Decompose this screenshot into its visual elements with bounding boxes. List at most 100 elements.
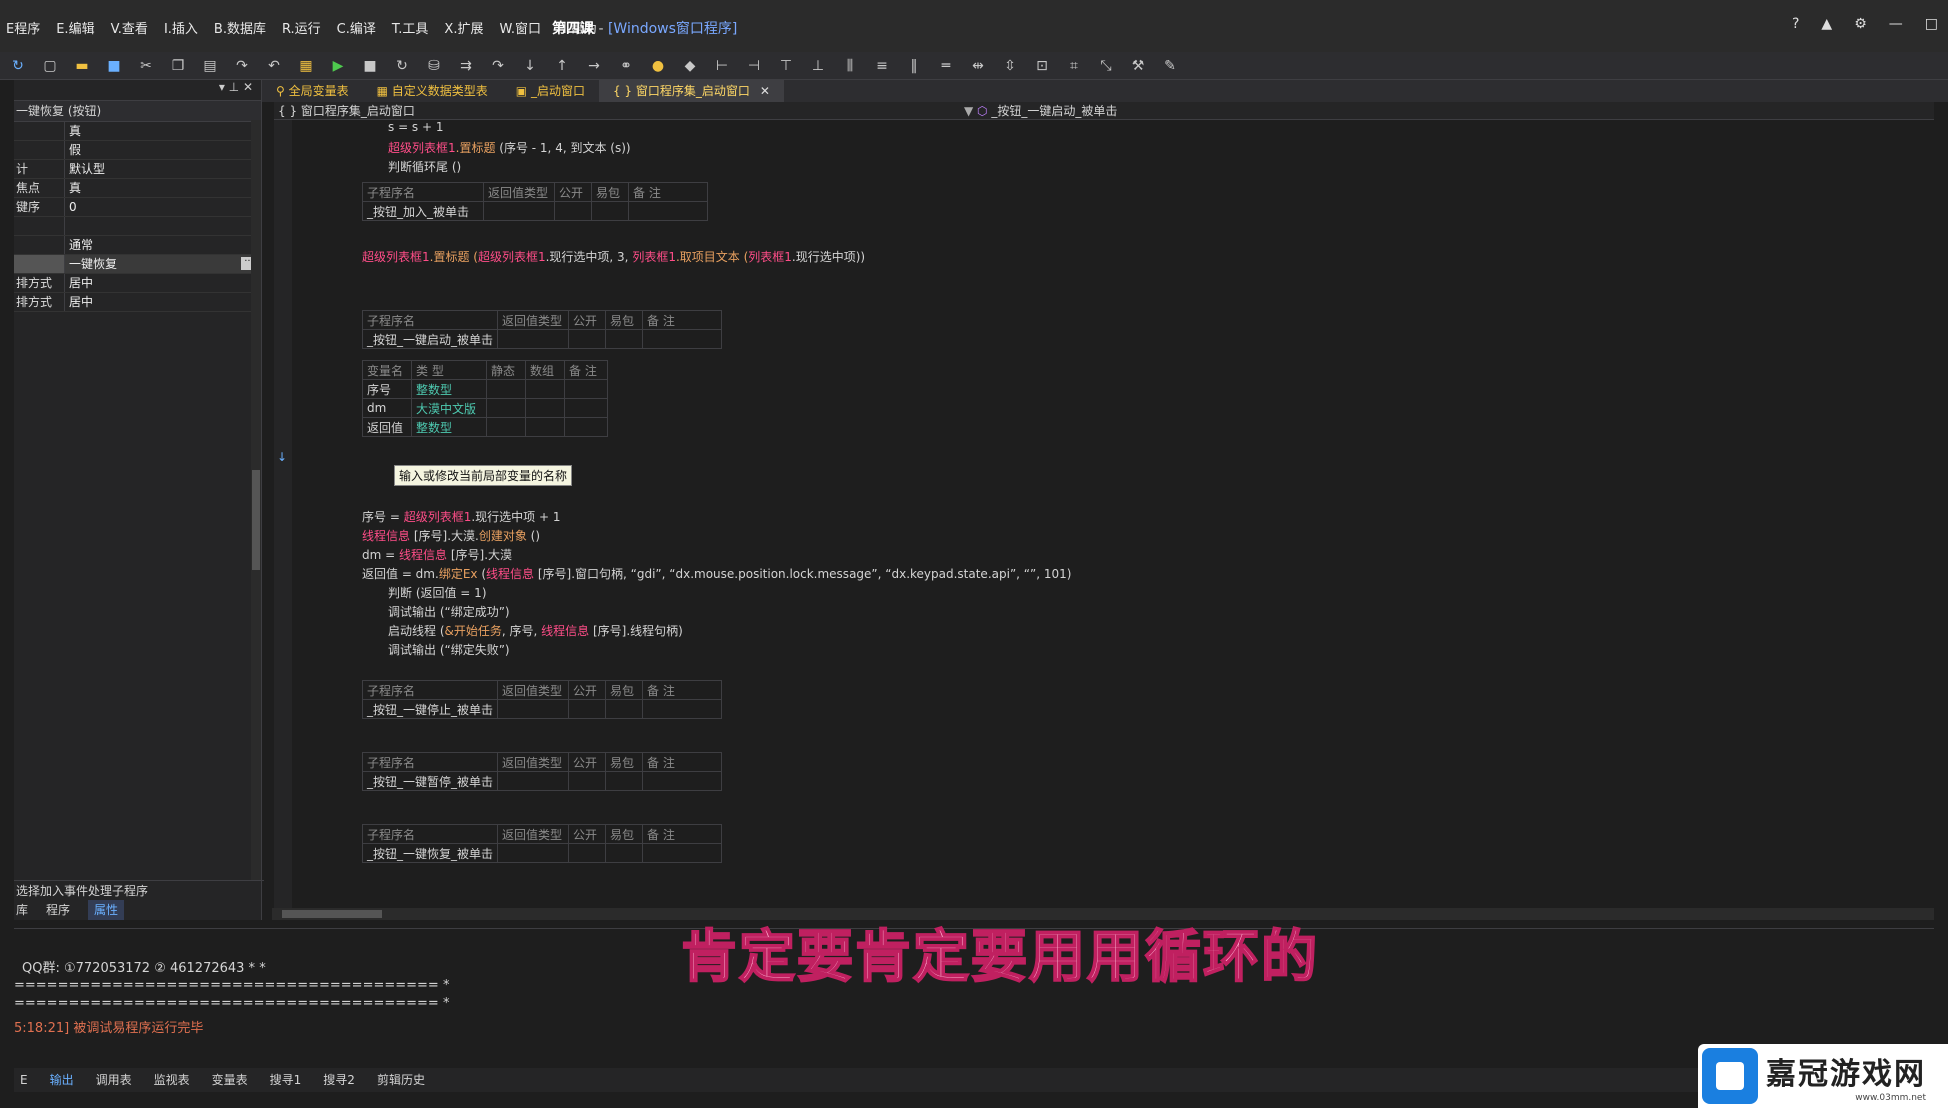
step-icon[interactable]: ⇉	[456, 58, 476, 74]
cut-icon[interactable]: ✂	[136, 58, 156, 74]
align-center-icon[interactable]: ⫼	[840, 58, 860, 74]
subroutine-select[interactable]: ▼ ⬡ _按钮_一键启动_被单击	[964, 102, 1117, 120]
save-icon[interactable]: ■	[104, 58, 124, 74]
jump-icon[interactable]: →	[584, 58, 604, 74]
menu-compile[interactable]: C.编译	[337, 18, 376, 37]
vertical-scrollbar[interactable]	[251, 120, 261, 880]
tab-watch[interactable]: 监视表	[154, 1068, 190, 1092]
space-v-icon[interactable]: ═	[936, 58, 956, 74]
scrollbar-thumb[interactable]	[282, 910, 382, 918]
size-icon[interactable]: ⊡	[1032, 58, 1052, 74]
tab-call-stack[interactable]: 调用表	[96, 1068, 132, 1092]
same-width-icon[interactable]: ⇹	[968, 58, 988, 74]
tab-global-vars[interactable]: ⚲ 全局变量表	[262, 80, 363, 102]
code-line[interactable]: 调试输出 (“绑定失败”)	[388, 641, 510, 658]
tab-e[interactable]: E	[20, 1068, 28, 1092]
pen-icon[interactable]: ✎	[1160, 58, 1180, 74]
variable-row[interactable]: 序号 整数型	[362, 379, 608, 399]
code-editor[interactable]: s = s + 1 超级列表框1.置标题 (序号 - 1, 4, 到文本 (s)…	[356, 120, 1926, 910]
gear-icon[interactable]: ⚙	[1854, 16, 1867, 32]
tools-icon[interactable]: ⚒	[1128, 58, 1148, 74]
grid-icon[interactable]: ⌗	[1064, 58, 1084, 74]
tab-variables[interactable]: 变量表	[212, 1068, 248, 1092]
tab-properties[interactable]: 属性	[88, 900, 125, 920]
menu-run[interactable]: R.运行	[282, 18, 321, 37]
property-row[interactable]: 假	[14, 141, 261, 160]
align-bottom-icon[interactable]: ⊥	[808, 58, 828, 74]
new-file-icon[interactable]: ▢	[40, 58, 60, 74]
variable-row[interactable]: 返回值 整数型	[362, 417, 608, 437]
compile-icon[interactable]: ⛁	[424, 58, 444, 74]
code-line[interactable]: 判断 (返回值 = 1)	[388, 584, 487, 601]
resize-icon[interactable]: ⤡	[1096, 58, 1116, 74]
property-row[interactable]: 焦点真	[14, 179, 261, 198]
restart-icon[interactable]: ↻	[392, 58, 412, 74]
close-icon[interactable]: ✕	[243, 80, 253, 94]
menu-edit[interactable]: E.编辑	[56, 18, 94, 37]
component-select[interactable]: 一键恢复 (按钮)	[14, 101, 261, 122]
tab-window-assembly[interactable]: { } 窗口程序集_启动窗口 ✕	[598, 80, 784, 102]
undo-icon[interactable]: ↶	[264, 58, 284, 74]
tab-custom-types[interactable]: ▦ 自定义数据类型表	[363, 80, 502, 102]
tab-clip-history[interactable]: 剪辑历史	[377, 1068, 425, 1092]
tab-search1[interactable]: 搜寻1	[270, 1068, 302, 1092]
subroutine-name[interactable]: _按钮_一键启动_被单击	[361, 329, 499, 349]
step-out-icon[interactable]: ↑	[552, 58, 572, 74]
menu-tools[interactable]: T.工具	[392, 18, 429, 37]
code-line[interactable]: 序号 = 超级列表框1.现行选中项 + 1	[362, 508, 560, 525]
menu-extend[interactable]: X.扩展	[444, 18, 483, 37]
code-line[interactable]: s = s + 1	[388, 120, 444, 134]
tab-output[interactable]: 输出	[50, 1068, 74, 1092]
code-line[interactable]: 调试输出 (“绑定成功”)	[388, 603, 510, 620]
property-row[interactable]: 计默认型	[14, 160, 261, 179]
align-left-icon[interactable]: ⊢	[712, 58, 732, 74]
redo-icon[interactable]: ↷	[232, 58, 252, 74]
step-over-icon[interactable]: ↷	[488, 58, 508, 74]
code-line[interactable]: 返回值 = dm.绑定Ex (线程信息 [序号].窗口句柄, “gdi”, “d…	[362, 565, 1071, 582]
property-row[interactable]: 真	[14, 122, 261, 141]
tab-program[interactable]: 程序	[46, 900, 70, 920]
refresh-icon[interactable]: ↻	[8, 58, 28, 74]
pin-icon[interactable]: ▾ ⊥	[219, 80, 239, 94]
code-line[interactable]: 超级列表框1.置标题 (序号 - 1, 4, 到文本 (s))	[388, 139, 631, 156]
minimize-icon[interactable]: —	[1889, 16, 1903, 32]
event-handler-select[interactable]: 选择加入事件处理子程序	[14, 880, 264, 901]
subroutine-name[interactable]: _按钮_一键暂停_被单击	[361, 771, 499, 791]
space-h-icon[interactable]: ‖	[904, 58, 924, 74]
align-middle-icon[interactable]: ≡	[872, 58, 892, 74]
variable-row[interactable]: dm 大漠中文版	[362, 398, 608, 418]
tab-search2[interactable]: 搜寻2	[323, 1068, 355, 1092]
menu-database[interactable]: B.数据库	[214, 18, 266, 37]
menu-insert[interactable]: I.插入	[164, 18, 198, 37]
open-folder-icon[interactable]: ▬	[72, 58, 92, 74]
menu-view[interactable]: V.查看	[111, 18, 148, 37]
scrollbar-thumb[interactable]	[252, 470, 260, 570]
subroutine-name[interactable]: _按钮_一键恢复_被单击	[361, 843, 499, 863]
menu-program[interactable]: E程序	[6, 18, 40, 37]
tab-start-window[interactable]: ▣ _启动窗口	[502, 80, 599, 102]
toolbox-icon[interactable]: ▦	[296, 58, 316, 74]
subroutine-name[interactable]: _按钮_加入_被单击	[362, 201, 484, 221]
code-line[interactable]: dm = 线程信息 [序号].大漠	[362, 546, 512, 563]
align-top-icon[interactable]: ⊤	[776, 58, 796, 74]
link-icon[interactable]: ⚭	[616, 58, 636, 74]
stop-icon[interactable]: ■	[360, 58, 380, 74]
menu-window[interactable]: W.窗口	[499, 18, 541, 37]
step-into-icon[interactable]: ↓	[520, 58, 540, 74]
breakpoint-icon[interactable]: ◆	[680, 58, 700, 74]
subroutine-name[interactable]: _按钮_一键停止_被单击	[361, 699, 499, 719]
property-row[interactable]	[14, 217, 261, 236]
code-line[interactable]: 启动线程 (&开始任务, 序号, 线程信息 [序号].线程句柄)	[388, 622, 683, 639]
paste-icon[interactable]: ▤	[200, 58, 220, 74]
property-row[interactable]: 键序 0	[14, 198, 261, 217]
assembly-select[interactable]: { } 窗口程序集_启动窗口	[278, 102, 415, 120]
copy-icon[interactable]: ❐	[168, 58, 188, 74]
help-icon[interactable]: ?	[1792, 16, 1799, 32]
close-tab-icon[interactable]: ✕	[760, 84, 770, 98]
property-row-selected[interactable]: 一键恢复 ···	[14, 255, 261, 274]
shirt-icon[interactable]: ▲	[1821, 16, 1832, 32]
code-line[interactable]: 判断循环尾 ()	[388, 158, 461, 175]
same-height-icon[interactable]: ⇳	[1000, 58, 1020, 74]
code-line[interactable]: 线程信息 [序号].大漠.创建对象 ()	[362, 527, 540, 544]
tab-library[interactable]: 库	[16, 900, 28, 920]
